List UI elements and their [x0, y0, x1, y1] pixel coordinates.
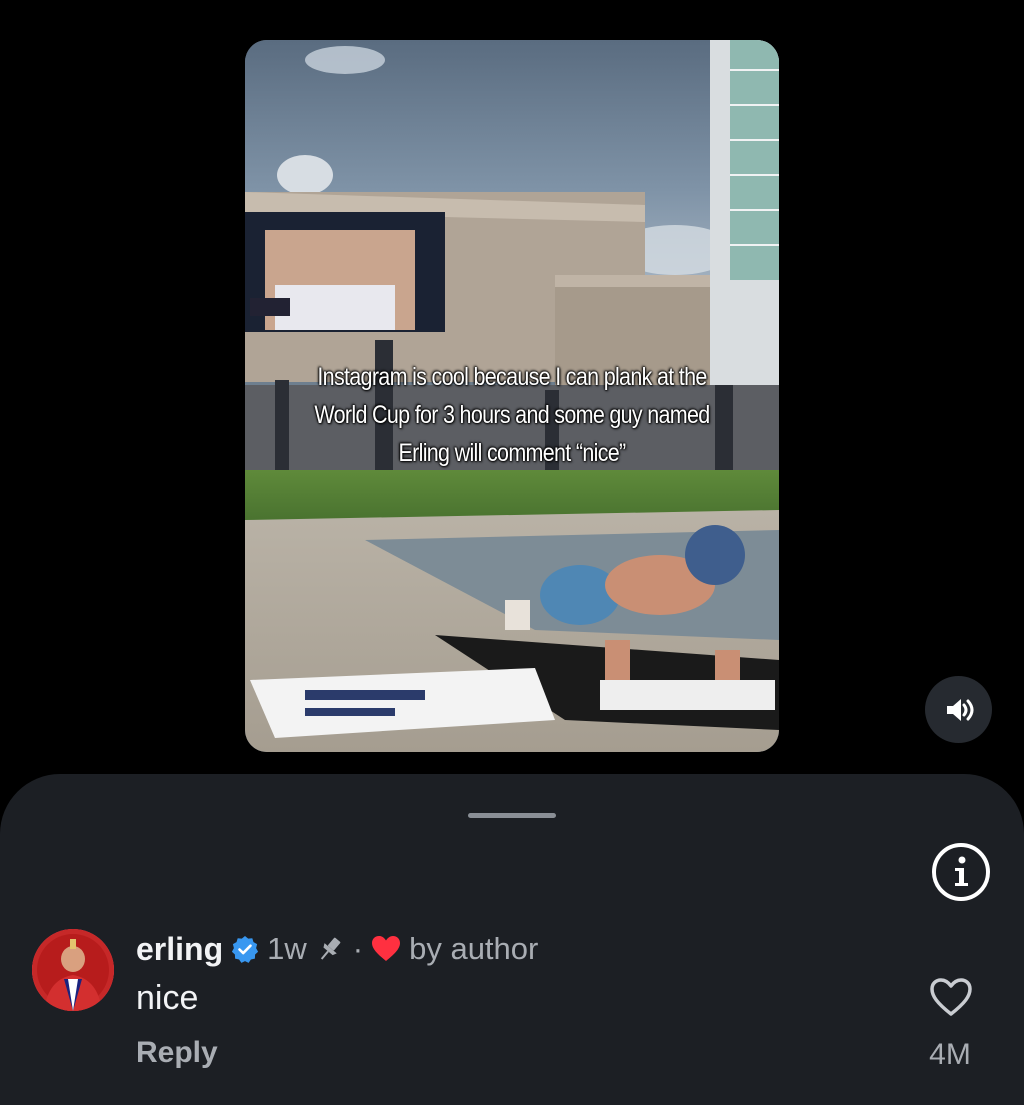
like-count: 4M	[929, 1038, 971, 1071]
comment-header: erling 1w · by author	[136, 929, 538, 969]
reply-button[interactable]: Reply	[136, 1036, 218, 1070]
reel-video[interactable]: Instagram is cool because I can plank at…	[245, 40, 779, 752]
video-caption: Instagram is cool because I can plank at…	[314, 363, 710, 467]
like-comment-button[interactable]	[929, 977, 973, 1021]
speaker-volume-icon	[946, 698, 973, 721]
heart-outline-icon	[930, 978, 972, 1016]
liked-by-author-label: by author	[409, 931, 539, 966]
pin-icon	[320, 937, 341, 960]
info-icon	[932, 843, 990, 901]
comments-sheet: erling 1w · by author nice Reply 4M	[0, 774, 1024, 1105]
avatar-image	[32, 929, 114, 1011]
comment-text: nice	[136, 979, 199, 1017]
mute-toggle-button[interactable]	[925, 676, 992, 743]
screen: Instagram is cool because I can plank at…	[0, 0, 1024, 1105]
verified-badge-icon	[232, 936, 259, 963]
drag-handle[interactable]	[468, 813, 556, 818]
avatar[interactable]	[32, 929, 114, 1011]
comment-time: 1w	[267, 931, 307, 966]
heart-filled-icon	[372, 936, 401, 961]
comment-username[interactable]: erling	[136, 931, 223, 968]
info-button[interactable]	[931, 842, 991, 902]
comment-separator: ·	[352, 931, 364, 966]
